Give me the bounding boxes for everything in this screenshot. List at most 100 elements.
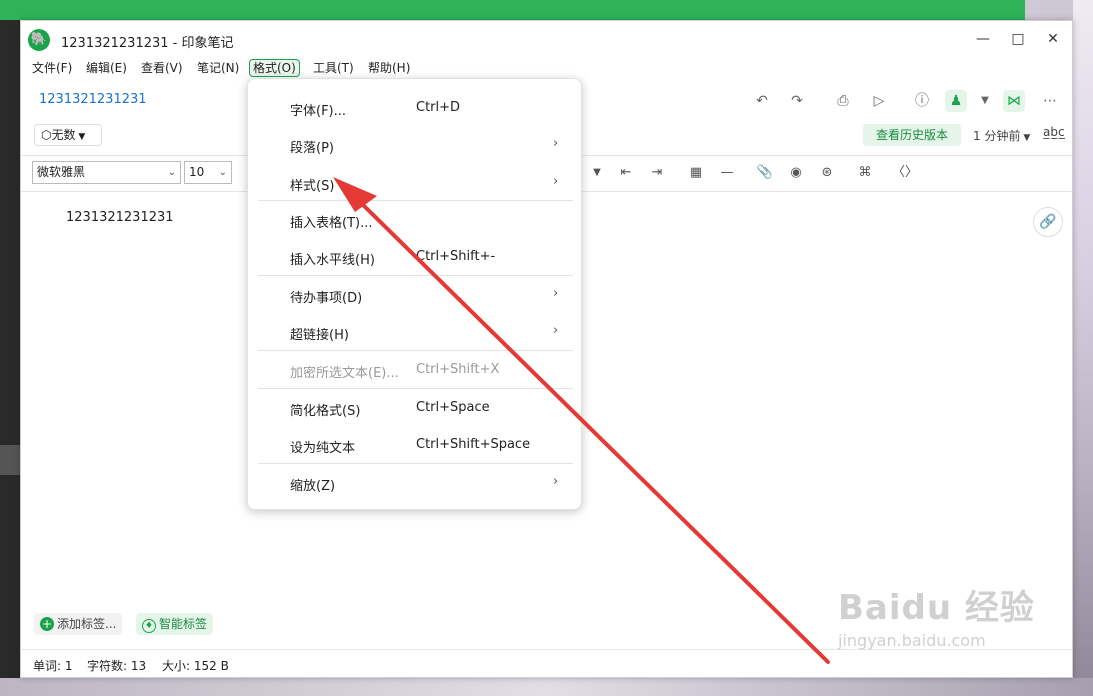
chevron-right-icon: ›	[553, 286, 559, 301]
menu-item-todo[interactable]: 待办事项(D) ›	[248, 280, 581, 310]
menu-item-shortcut: Ctrl+D	[416, 100, 461, 115]
menu-item-label: 设为纯文本	[290, 441, 356, 456]
redo-icon[interactable]: ↷	[786, 90, 808, 112]
print-icon[interactable]: ⎙	[832, 90, 854, 112]
menu-bar: 文件(F) 编辑(E) 查看(V) 笔记(N) 格式(O) 工具(T) 帮助(H…	[21, 57, 1072, 79]
word-count: 单词: 1	[33, 659, 73, 673]
attachment-icon[interactable]: 📎	[755, 163, 775, 183]
menu-item-label: 插入水平线(H)	[290, 253, 375, 268]
menu-item-shortcut: Ctrl+Shift+-	[416, 249, 496, 264]
close-button[interactable]: ✕	[1041, 28, 1065, 50]
font-size-select[interactable]: 10 ⌄	[184, 161, 232, 184]
code-block-icon[interactable]: ⌘	[855, 163, 875, 183]
window-title: 1231321231231 - 印象笔记	[61, 36, 234, 51]
menu-item-label: 插入表格(T)...	[290, 216, 373, 231]
menu-format[interactable]: 格式(O)	[249, 59, 300, 77]
info-icon[interactable]: ⓘ	[911, 90, 933, 112]
menu-item-label: 样式(S)	[290, 179, 335, 194]
clear-format-icon[interactable]: 〈〉	[892, 163, 918, 183]
format-menu: 字体(F)... Ctrl+D 段落(P) › 样式(S) › 插入表格(T).…	[247, 78, 582, 510]
chevron-down-icon: ▼	[75, 132, 86, 142]
share-icon[interactable]: ⋈	[1003, 90, 1025, 112]
maximize-button[interactable]: □	[1006, 28, 1030, 50]
menu-item-label: 简化格式(S)	[290, 404, 361, 419]
menu-item-label: 待办事项(D)	[290, 291, 363, 306]
horizontal-rule-icon[interactable]: —	[717, 163, 737, 183]
status-bar: 单词: 1 字符数: 13 大小: 152 B	[21, 649, 1072, 678]
menu-tools[interactable]: 工具(T)	[310, 59, 357, 77]
title-bar: 🐘 1231321231231 - 印象笔记 — □ ✕	[21, 21, 1072, 57]
menu-item-simplify-format[interactable]: 简化格式(S) Ctrl+Space	[248, 393, 581, 423]
menu-item-zoom[interactable]: 缩放(Z) ›	[248, 468, 581, 498]
background-left-window	[0, 20, 20, 696]
smart-tag-icon: ♦	[142, 619, 156, 633]
last-edited-time[interactable]: 1 分钟前 ▼	[973, 127, 1030, 144]
menu-help[interactable]: 帮助(H)	[365, 59, 413, 77]
menu-item-shortcut: Ctrl+Shift+Space	[416, 437, 531, 452]
menu-view[interactable]: 查看(V)	[138, 59, 186, 77]
char-count: 字符数: 13	[87, 659, 147, 673]
user-icon[interactable]: ♟	[945, 90, 967, 112]
menu-file[interactable]: 文件(F)	[29, 59, 75, 77]
menu-separator	[258, 275, 573, 276]
background-wallpaper	[1073, 0, 1093, 696]
add-tag-button[interactable]: + 添加标签...	[34, 613, 123, 635]
list-dropdown-icon[interactable]: ▼	[587, 163, 607, 183]
menu-item-encrypt: 加密所选文本(E)... Ctrl+Shift+X	[248, 355, 581, 385]
menu-item-shortcut: Ctrl+Space	[416, 400, 490, 415]
menu-item-insert-hr[interactable]: 插入水平线(H) Ctrl+Shift+-	[248, 242, 581, 272]
record-icon[interactable]: ◉	[786, 163, 806, 183]
menu-item-font[interactable]: 字体(F)... Ctrl+D	[248, 93, 581, 123]
chevron-right-icon: ›	[553, 323, 559, 338]
menu-item-hyperlink[interactable]: 超链接(H) ›	[248, 317, 581, 347]
chevron-down-icon[interactable]: ▼	[974, 90, 996, 112]
baidu-watermark: Baidu 经验 jingyan.baidu.com	[838, 580, 1035, 650]
chevron-right-icon: ›	[553, 474, 559, 489]
background-taskbar-area	[0, 678, 1093, 696]
menu-item-label: 字体(F)...	[290, 104, 347, 119]
note-size: 大小: 152 B	[162, 659, 229, 673]
menu-separator	[258, 350, 573, 351]
outdent-icon[interactable]: ⇤	[616, 163, 636, 183]
cube-icon: ⬡	[41, 128, 52, 142]
menu-item-label: 缩放(Z)	[290, 479, 336, 494]
menu-item-insert-table[interactable]: 插入表格(T)...	[248, 205, 581, 235]
more-icon[interactable]: ⋯	[1039, 90, 1061, 112]
camera-icon[interactable]: ⊛	[817, 163, 837, 183]
link-icon[interactable]: 🔗	[1033, 207, 1063, 237]
menu-item-style[interactable]: 样式(S) ›	[248, 168, 581, 198]
background-banner	[0, 0, 1025, 20]
evernote-logo-icon: 🐘	[28, 29, 50, 51]
font-size-value: 10	[189, 165, 205, 179]
menu-edit[interactable]: 编辑(E)	[83, 59, 130, 77]
menu-item-label: 加密所选文本(E)...	[290, 366, 399, 381]
chevron-down-icon: ⌄	[218, 167, 227, 178]
indent-icon[interactable]: ⇥	[647, 163, 667, 183]
tag-select[interactable]: ⬡无数 ▼	[34, 124, 102, 146]
notebook-link[interactable]: 1231321231231	[39, 92, 147, 107]
menu-item-paragraph[interactable]: 段落(P) ›	[248, 130, 581, 160]
menu-separator	[258, 200, 573, 201]
font-family-select[interactable]: 微软雅黑 ⌄	[32, 161, 181, 184]
menu-separator	[258, 388, 573, 389]
chevron-right-icon: ›	[553, 174, 559, 189]
chevron-down-icon: ⌄	[167, 167, 176, 178]
menu-separator	[258, 463, 573, 464]
smart-tag-button[interactable]: ♦ 智能标签	[136, 613, 214, 635]
undo-icon[interactable]: ↶	[751, 90, 773, 112]
watermark-brand: Baidu 经验	[838, 588, 1035, 628]
tag-select-label: 无数	[51, 128, 76, 142]
menu-note[interactable]: 笔记(N)	[194, 59, 242, 77]
table-icon[interactable]: ▦	[686, 163, 706, 183]
minimize-button[interactable]: —	[971, 28, 995, 50]
menu-item-label: 超链接(H)	[290, 328, 349, 343]
add-tag-label: 添加标签...	[57, 617, 117, 631]
spellcheck-icon[interactable]: a̲b̲c̲	[1043, 125, 1065, 139]
menu-item-plain-text[interactable]: 设为纯文本 Ctrl+Shift+Space	[248, 430, 581, 460]
note-content[interactable]: 1231321231231	[66, 210, 174, 225]
present-icon[interactable]: ▷	[868, 90, 890, 112]
view-history-button[interactable]: 查看历史版本	[863, 124, 961, 146]
plus-icon: +	[40, 617, 54, 631]
watermark-url: jingyan.baidu.com	[838, 631, 986, 650]
menu-item-label: 段落(P)	[290, 141, 334, 156]
